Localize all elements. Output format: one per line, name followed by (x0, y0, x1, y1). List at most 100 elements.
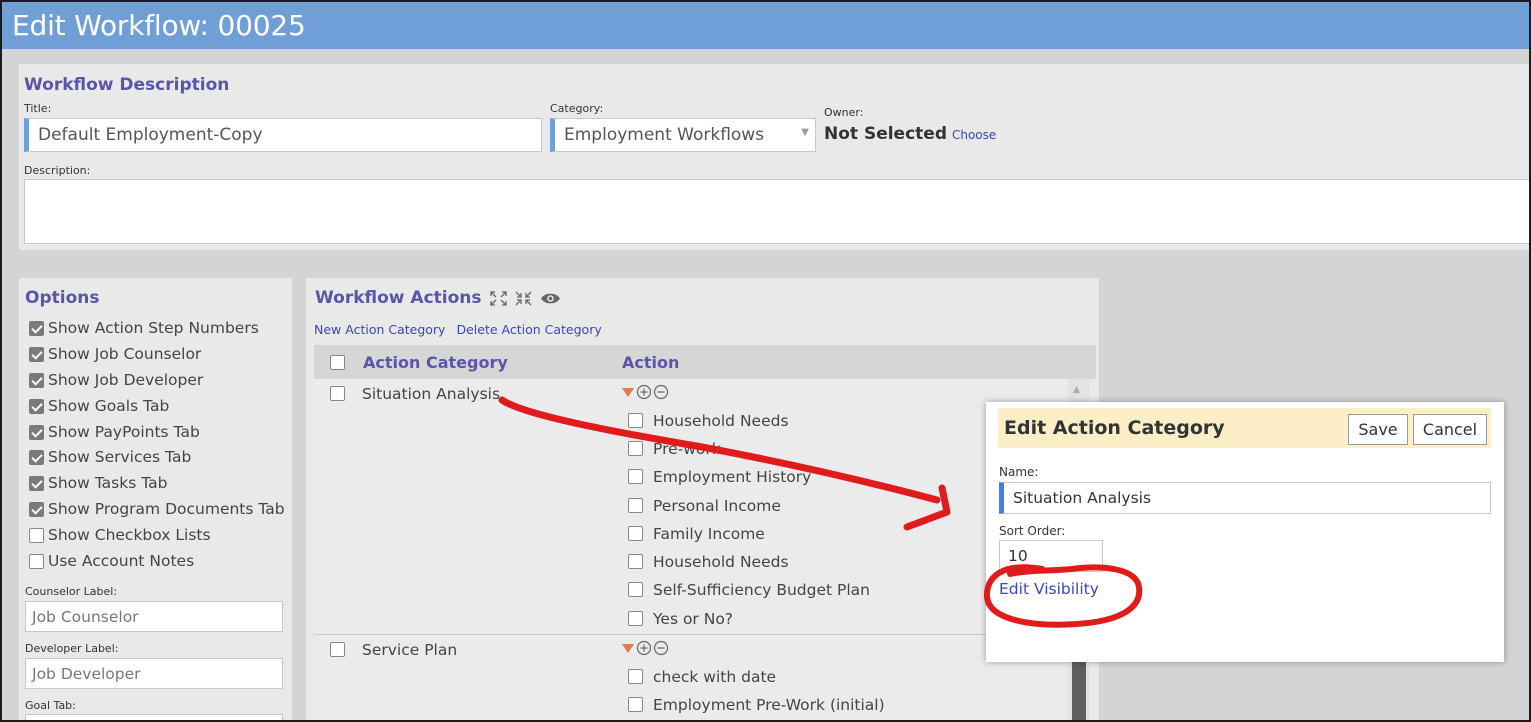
remove-circle-icon[interactable] (653, 384, 669, 400)
option-show-action-step-numbers[interactable]: Show Action Step Numbers (29, 317, 259, 339)
owner-choose-link[interactable]: Choose (952, 128, 996, 142)
option-show-services-tab[interactable]: Show Services Tab (29, 446, 191, 468)
eye-icon[interactable] (540, 291, 561, 306)
option-use-account-notes[interactable]: Use Account Notes (29, 550, 194, 572)
workflow-actions-title: Workflow Actions (315, 288, 482, 308)
checkbox-icon[interactable] (29, 475, 44, 491)
group-divider (314, 634, 1068, 635)
action-item[interactable]: check with date (653, 668, 776, 686)
checkbox-icon[interactable] (29, 320, 44, 336)
add-circle-icon[interactable] (636, 640, 652, 656)
goal-tab-input[interactable] (25, 714, 283, 720)
workflow-description-title: Workflow Description (24, 75, 230, 95)
delete-action-category-link[interactable]: Delete Action Category (456, 322, 601, 337)
action-checkbox[interactable] (628, 441, 643, 456)
action-checkbox[interactable] (628, 413, 643, 428)
checkbox-icon[interactable] (29, 346, 44, 362)
action-checkbox[interactable] (628, 611, 643, 626)
action-checkbox[interactable] (628, 526, 643, 541)
action-item[interactable]: Yes or No? (653, 610, 733, 628)
counselor-input-value: Job Counselor (32, 607, 139, 626)
description-textarea[interactable] (24, 179, 1529, 244)
column-action-category[interactable]: Action Category (363, 353, 508, 372)
category-checkbox-service-plan[interactable] (330, 642, 345, 657)
collapse-icon[interactable] (515, 291, 532, 306)
option-show-job-counselor[interactable]: Show Job Counselor (29, 343, 201, 365)
action-checkbox[interactable] (628, 669, 643, 684)
owner-value: Not Selected (824, 124, 947, 144)
category-select-value: Employment Workflows (564, 125, 765, 145)
action-checkbox[interactable] (628, 697, 643, 712)
page-title: Edit Workflow: 00025 (12, 9, 306, 42)
checkbox-icon[interactable] (29, 424, 44, 440)
remove-circle-icon[interactable] (653, 640, 669, 656)
column-action[interactable]: Action (622, 353, 679, 372)
action-item[interactable]: Pre-work (653, 440, 721, 458)
owner-field: Not Selected Choose (824, 124, 996, 144)
new-action-category-link[interactable]: New Action Category (314, 322, 445, 337)
options-panel: Options Show Action Step Numbers Show Jo… (19, 278, 292, 720)
title-input[interactable]: Default Employment-Copy (24, 118, 542, 152)
option-show-tasks-tab[interactable]: Show Tasks Tab (29, 472, 167, 494)
triangle-down-icon[interactable] (621, 387, 635, 398)
checkbox-icon[interactable] (29, 372, 44, 388)
sort-order-value: 10 (1008, 547, 1028, 565)
edit-visibility-link[interactable]: Edit Visibility (999, 580, 1099, 598)
expand-icon[interactable] (489, 290, 507, 306)
category-checkbox-situation-analysis[interactable] (330, 386, 345, 401)
category-select[interactable]: Employment Workflows ▼ (550, 118, 816, 152)
sort-order-label: Sort Order: (999, 524, 1066, 538)
option-show-job-developer[interactable]: Show Job Developer (29, 369, 203, 391)
workflow-actions-heading: Workflow Actions (315, 288, 561, 308)
checkbox-icon[interactable] (29, 553, 44, 569)
action-item[interactable]: Personal Income (653, 497, 781, 515)
counselor-input[interactable]: Job Counselor (25, 601, 283, 632)
dialog-header: Edit Action Category Save Cancel (998, 408, 1491, 448)
option-show-paypoints-tab[interactable]: Show PayPoints Tab (29, 421, 200, 443)
checkbox-icon[interactable] (29, 527, 44, 543)
title-input-value: Default Employment-Copy (38, 125, 263, 145)
action-item[interactable]: Self-Sufficiency Budget Plan (653, 581, 870, 599)
checkbox-icon[interactable] (29, 501, 44, 517)
select-all-checkbox[interactable] (330, 355, 345, 370)
actions-grid-header: Action Category Action (314, 345, 1096, 379)
checkbox-icon[interactable] (29, 449, 44, 465)
save-button[interactable]: Save (1348, 414, 1408, 445)
developer-input-value: Job Developer (32, 664, 141, 683)
app-window: Edit Workflow: 00025 Workflow Descriptio… (0, 0, 1531, 722)
action-item[interactable]: Household Needs (653, 553, 789, 571)
developer-label: Developer Label: (25, 642, 119, 655)
action-checkbox[interactable] (628, 498, 643, 513)
category-label: Category: (550, 102, 604, 115)
group-controls (621, 640, 669, 656)
dialog-title: Edit Action Category (1004, 417, 1225, 439)
option-show-program-documents-tab[interactable]: Show Program Documents Tab (29, 498, 285, 520)
category-service-plan[interactable]: Service Plan (362, 641, 457, 659)
action-checkbox[interactable] (628, 582, 643, 597)
options-title: Options (25, 288, 100, 308)
add-circle-icon[interactable] (636, 384, 652, 400)
option-show-checkbox-lists[interactable]: Show Checkbox Lists (29, 524, 211, 546)
option-show-goals-tab[interactable]: Show Goals Tab (29, 395, 169, 417)
action-item[interactable]: Employment Pre-Work (initial) (653, 696, 885, 714)
name-input[interactable]: Situation Analysis (999, 482, 1491, 514)
category-situation-analysis[interactable]: Situation Analysis (362, 385, 500, 403)
triangle-down-icon[interactable] (621, 643, 635, 654)
edit-action-category-dialog: Edit Action Category Save Cancel Name: S… (986, 402, 1504, 662)
cancel-button[interactable]: Cancel (1413, 414, 1487, 445)
developer-input[interactable]: Job Developer (25, 658, 283, 689)
action-item[interactable]: Employment History (653, 468, 811, 486)
action-checkbox[interactable] (628, 469, 643, 484)
workflow-actions-panel: Workflow Actions New Action Category Del… (306, 278, 1099, 720)
checkbox-icon[interactable] (29, 398, 44, 414)
chevron-down-icon: ▼ (801, 127, 809, 138)
action-checkbox[interactable] (628, 554, 643, 569)
action-item[interactable]: Family Income (653, 525, 765, 543)
group-controls (621, 384, 669, 400)
name-label: Name: (999, 465, 1039, 479)
sort-order-input[interactable]: 10 (999, 540, 1103, 572)
name-input-value: Situation Analysis (1013, 489, 1152, 507)
scroll-up-arrow-icon[interactable]: ▲ (1073, 385, 1080, 395)
goal-tab-label: Goal Tab: (25, 699, 76, 712)
action-item[interactable]: Household Needs (653, 412, 789, 430)
